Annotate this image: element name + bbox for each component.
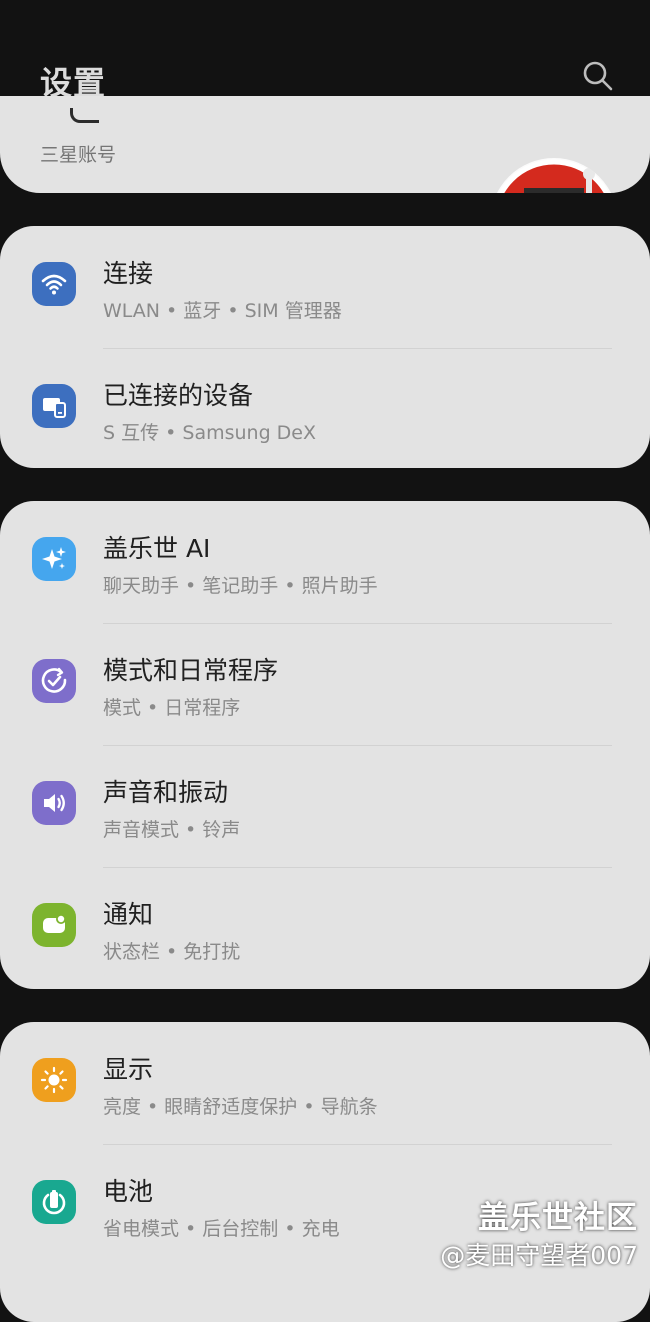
setting-subtitle: WLAN • 蓝牙 • SIM 管理器 [103,300,342,322]
watermark-author: @麦田守望者007 [440,1241,638,1270]
setting-connections[interactable]: 连接 WLAN • 蓝牙 • SIM 管理器 [0,226,650,348]
notification-icon [32,903,76,947]
search-button[interactable] [580,58,616,94]
avatar[interactable] [490,158,618,193]
account-name-fragment [70,108,99,123]
battery-icon [32,1180,76,1224]
sun-icon [32,1058,76,1102]
setting-title: 模式和日常程序 [103,656,279,685]
search-icon [583,61,613,91]
sparkle-icon [32,537,76,581]
setting-title: 连接 [103,259,154,288]
account-label: 三星账号 [40,144,117,166]
setting-connected-devices[interactable]: 已连接的设备 S 互传 • Samsung DeX [0,348,650,468]
setting-title: 显示 [103,1055,154,1084]
avatar-image [498,159,610,193]
setting-subtitle: 聊天助手 • 笔记助手 • 照片助手 [103,575,378,597]
connected-devices-icon [32,384,76,428]
setting-subtitle: 模式 • 日常程序 [103,697,241,719]
setting-notifications[interactable]: 通知 状态栏 • 免打扰 [0,867,650,989]
wifi-icon [32,262,76,306]
settings-group-connections: 连接 WLAN • 蓝牙 • SIM 管理器 已连接的设备 S 互传 • Sam… [0,226,650,468]
account-card[interactable]: 三星账号 [0,96,650,193]
setting-subtitle: 声音模式 • 铃声 [103,819,241,841]
setting-subtitle: 省电模式 • 后台控制 • 充电 [103,1218,340,1240]
setting-title: 已连接的设备 [103,381,254,410]
setting-subtitle: 亮度 • 眼睛舒适度保护 • 导航条 [103,1096,378,1118]
settings-group-features: 盖乐世 AI 聊天助手 • 笔记助手 • 照片助手 模式和日常程序 模式 • 日… [0,501,650,989]
watermark-community: 盖乐世社区 [478,1200,638,1236]
settings-group-device: 显示 亮度 • 眼睛舒适度保护 • 导航条 电池 省电模式 • 后台控制 • 充… [0,1022,650,1322]
setting-title: 电池 [103,1177,154,1206]
setting-subtitle: S 互传 • Samsung DeX [103,422,317,444]
setting-sound-vibration[interactable]: 声音和振动 声音模式 • 铃声 [0,745,650,867]
setting-title: 通知 [103,900,154,929]
modes-routines-icon [32,659,76,703]
setting-modes-routines[interactable]: 模式和日常程序 模式 • 日常程序 [0,623,650,745]
speaker-icon [32,781,76,825]
setting-title: 盖乐世 AI [103,534,211,563]
setting-galaxy-ai[interactable]: 盖乐世 AI 聊天助手 • 笔记助手 • 照片助手 [0,501,650,623]
setting-subtitle: 状态栏 • 免打扰 [103,941,241,963]
setting-display[interactable]: 显示 亮度 • 眼睛舒适度保护 • 导航条 [0,1022,650,1144]
setting-title: 声音和振动 [103,778,229,807]
